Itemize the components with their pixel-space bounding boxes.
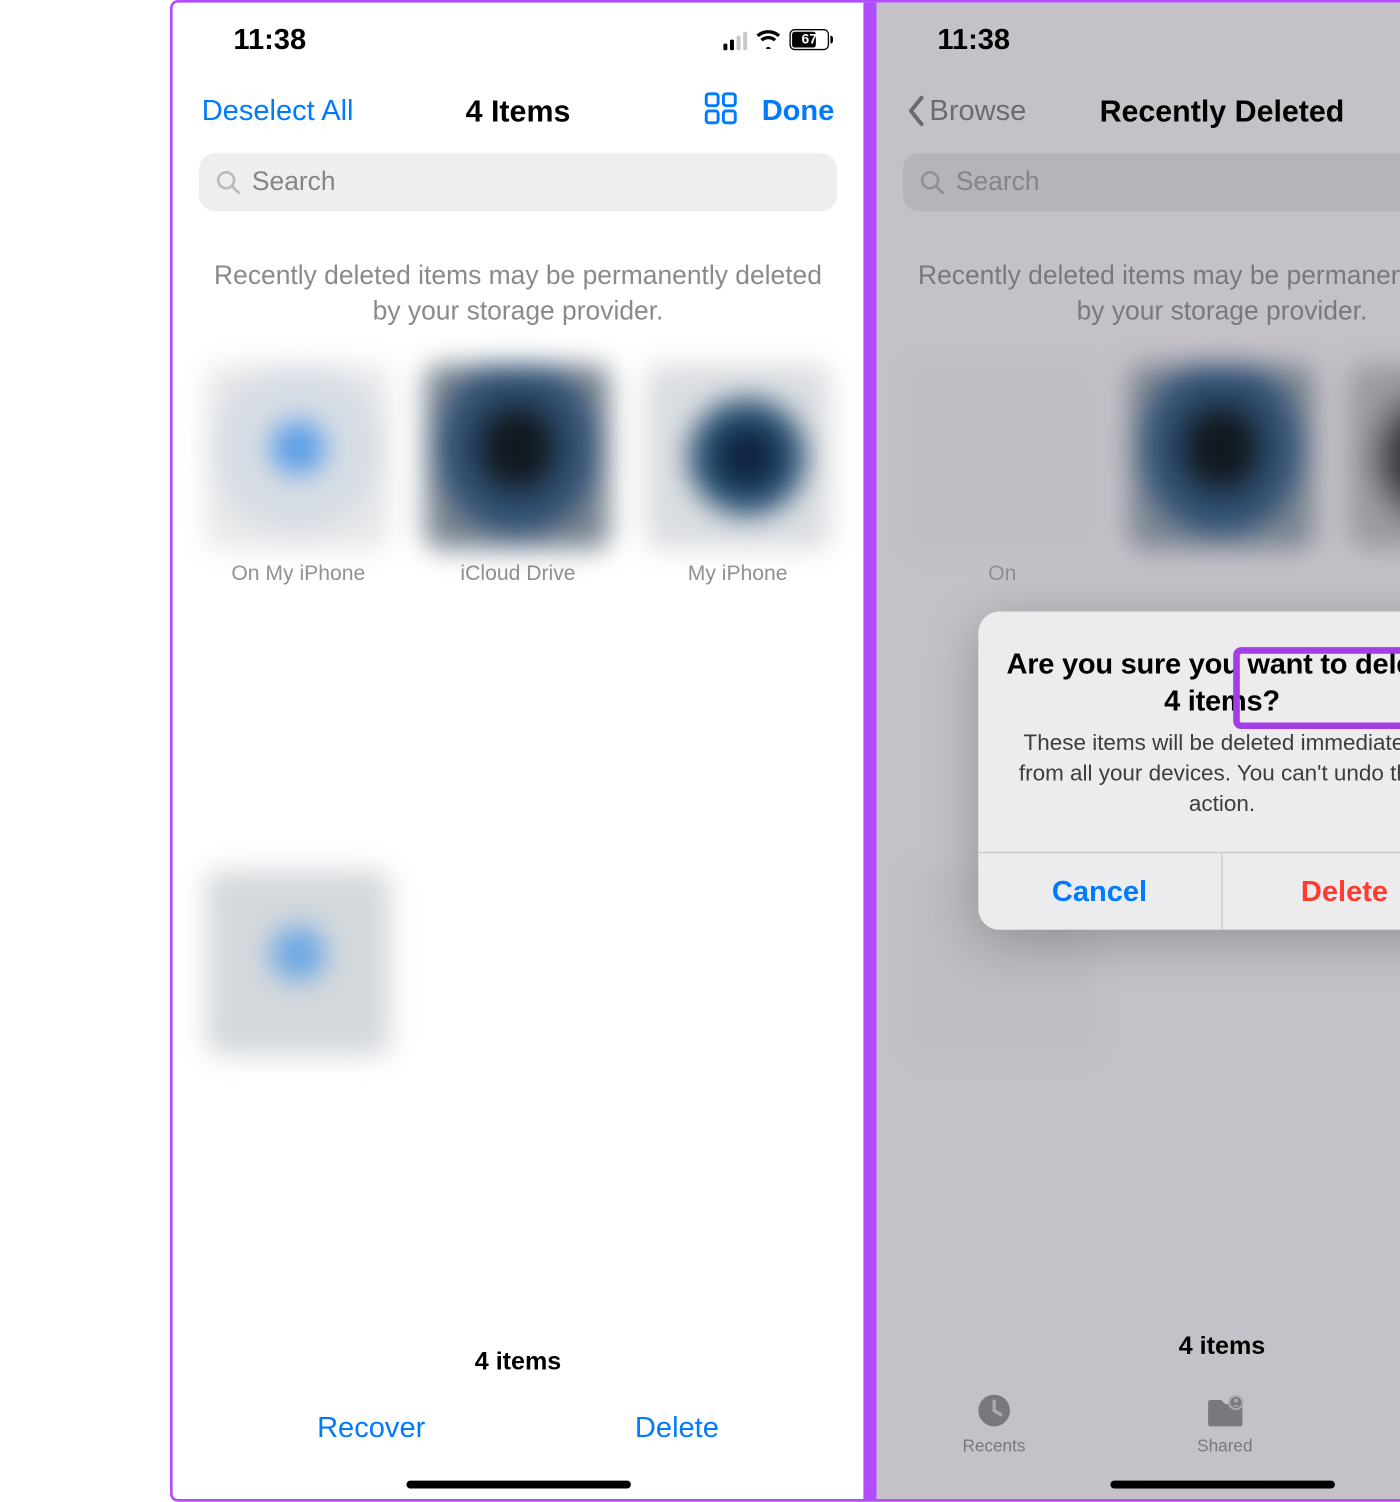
- nav-title: 4 Items: [373, 93, 662, 129]
- cellular-signal-icon: [723, 29, 747, 50]
- delete-button[interactable]: Delete: [635, 1411, 719, 1445]
- bottom-toolbar: Recover Delete: [173, 1383, 864, 1473]
- alert-delete-button[interactable]: Delete: [1221, 853, 1400, 930]
- done-button[interactable]: Done: [762, 94, 835, 128]
- home-indicator: [406, 1481, 631, 1489]
- screen-selection-mode: 11:38 67 Deselect All 4 Items Done Searc…: [173, 3, 864, 1499]
- file-tile[interactable]: [188, 859, 408, 1340]
- file-tile[interactable]: My iPhone: [628, 354, 848, 859]
- deselect-all-button[interactable]: Deselect All: [202, 94, 354, 128]
- panel-divider: [863, 3, 876, 1499]
- file-tile[interactable]: iCloud Drive: [408, 354, 628, 859]
- alert-title: Are you sure you want to delete 4 items?: [1004, 646, 1400, 719]
- status-bar: 11:38 67: [173, 3, 864, 77]
- search-placeholder: Search: [252, 167, 336, 197]
- view-grid-icon[interactable]: [704, 90, 738, 131]
- confirm-delete-alert: Are you sure you want to delete 4 items?…: [978, 612, 1400, 930]
- alert-backdrop: Are you sure you want to delete 4 items?…: [877, 3, 1400, 1499]
- info-notice: Recently deleted items may be permanentl…: [173, 230, 864, 354]
- status-time: 11:38: [233, 22, 306, 56]
- search-field[interactable]: Search: [199, 153, 837, 211]
- alert-cancel-button[interactable]: Cancel: [978, 853, 1222, 930]
- items-count: 4 items: [173, 1341, 864, 1383]
- alert-message: These items will be deleted immediately …: [1004, 729, 1400, 820]
- wifi-icon: [755, 22, 781, 56]
- recover-button[interactable]: Recover: [317, 1411, 425, 1445]
- screen-confirm-delete: 11:38 67 Browse Recently Deleted Search: [877, 3, 1400, 1499]
- nav-bar: Deselect All 4 Items Done: [173, 77, 864, 146]
- file-grid: On My iPhone iCloud Drive My iPhone: [173, 354, 864, 1341]
- file-tile[interactable]: On My iPhone: [188, 354, 408, 859]
- battery-icon: 67: [789, 29, 829, 50]
